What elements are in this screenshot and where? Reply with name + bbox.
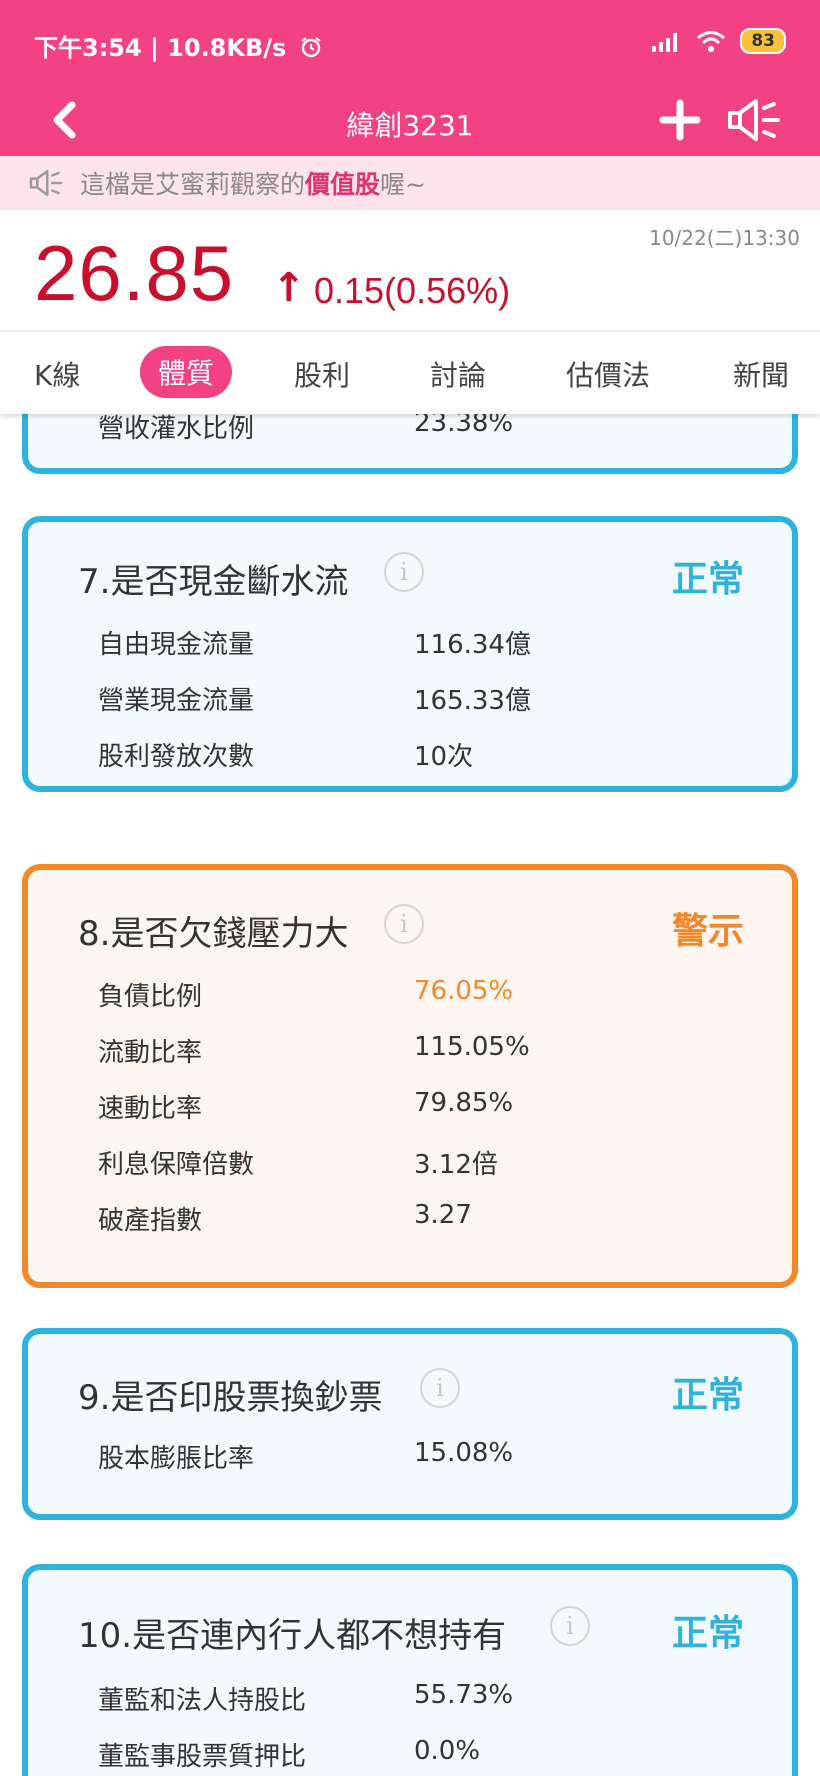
row-value: 55.73% (414, 1680, 514, 1710)
status-badge: 正常 (671, 1613, 744, 1654)
info-icon[interactable]: i (384, 552, 424, 592)
tab-discussion[interactable]: 討論 (430, 354, 486, 394)
status-badge: 正常 (671, 1375, 744, 1416)
add-to-watchlist-button[interactable] (652, 92, 708, 148)
plus-icon (659, 99, 701, 141)
row-value: 79.85% (414, 1088, 514, 1118)
row-label: 流動比率 (98, 1038, 203, 1068)
row-value: 3.12倍 (414, 1150, 498, 1180)
status-badge: 正常 (671, 559, 744, 600)
card-title: 8.是否欠錢壓力大 (78, 914, 349, 954)
row-label: 營收灌水比例 (98, 414, 255, 444)
row-value: 10次 (414, 742, 474, 772)
row-label: 營業現金流量 (98, 686, 255, 716)
row-value: 0.0% (414, 1736, 481, 1766)
info-icon[interactable]: i (384, 904, 424, 944)
card-title: 9.是否印股票換鈔票 (78, 1378, 383, 1418)
tab-kline[interactable]: K線 (34, 354, 80, 394)
tab-dividends[interactable]: 股利 (294, 354, 350, 394)
app-bar: 緯創3231 (0, 86, 820, 156)
row-label: 股利發放次數 (98, 742, 255, 772)
status-bar: 下午3:54 | 10.8KB/s 83 (0, 0, 820, 86)
row-value: 3.27 (414, 1200, 472, 1230)
row-label: 董監事股票質押比 (98, 1742, 307, 1772)
card-cash-flow[interactable]: 7.是否現金斷水流 i 正常 自由現金流量 116.34億 營業現金流量 165… (22, 516, 798, 792)
card-title: 7.是否現金斷水流 (78, 562, 349, 602)
info-icon[interactable]: i (420, 1368, 460, 1408)
notice-suffix: 喔~ (380, 170, 426, 199)
tab-bar: K線 體質 股利 討論 估價法 新聞 (0, 330, 820, 414)
stock-quote: 26.85 ↑ 0.15(0.56%) 10/22(二)13:30 (0, 210, 820, 330)
tab-news[interactable]: 新聞 (733, 354, 789, 394)
quote-datetime: 10/22(二)13:30 (649, 226, 800, 250)
card-share-dilution[interactable]: 9.是否印股票換鈔票 i 正常 股本膨脹比率 15.08% (22, 1328, 798, 1520)
card-debt-pressure[interactable]: 8.是否欠錢壓力大 i 警示 負債比例 76.05% 流動比率 115.05% … (22, 864, 798, 1288)
status-icons: 83 (652, 28, 786, 54)
row-label: 利息保障倍數 (98, 1150, 255, 1180)
status-time: 下午3:54 | 10.8KB/s (34, 28, 323, 63)
card-insider-holding[interactable]: 10.是否連內行人都不想持有 i 正常 董監和法人持股比 55.73% 董監事股… (22, 1564, 798, 1776)
tab-valuation[interactable]: 估價法 (566, 354, 650, 394)
row-value: 76.05% (414, 976, 514, 1006)
row-label: 破產指數 (98, 1206, 203, 1236)
row-value: 165.33億 (414, 686, 531, 716)
signal-icon (652, 33, 678, 52)
row-label: 速動比率 (98, 1094, 203, 1124)
card-revenue-inflation: 營收灌水比例 23.38% (22, 414, 798, 474)
row-value: 23.38% (414, 414, 514, 438)
announcement-button[interactable] (722, 90, 786, 150)
row-value: 15.08% (414, 1438, 514, 1468)
row-label: 自由現金流量 (98, 630, 255, 660)
info-icon[interactable]: i (550, 1606, 590, 1646)
fundamentals-list[interactable]: 營收灌水比例 23.38% 7.是否現金斷水流 i 正常 自由現金流量 116.… (0, 414, 820, 1776)
row-value: 115.05% (414, 1032, 530, 1062)
tab-fundamentals[interactable]: 體質 (140, 346, 233, 398)
up-arrow-icon: ↑ (272, 265, 306, 311)
stock-price: 26.85 (34, 229, 235, 317)
row-value: 116.34億 (414, 630, 531, 660)
megaphone-icon (728, 99, 780, 141)
row-label: 股本膨脹比率 (98, 1444, 255, 1474)
alarm-icon (301, 37, 321, 58)
megaphone-icon (28, 168, 64, 198)
row-label: 董監和法人持股比 (98, 1686, 307, 1716)
row-label: 負債比例 (98, 982, 203, 1012)
notice-highlight: 價值股 (305, 170, 381, 199)
battery-indicator: 83 (740, 28, 786, 54)
notice-prefix: 這檔是艾蜜莉觀察的 (80, 170, 306, 199)
price-change: 0.15(0.56%) (314, 270, 511, 311)
status-badge: 警示 (671, 911, 744, 952)
value-stock-notice: 這檔是艾蜜莉觀察的 價值股 喔~ (0, 156, 820, 210)
card-title: 10.是否連內行人都不想持有 (78, 1616, 507, 1656)
wifi-icon (697, 31, 726, 52)
